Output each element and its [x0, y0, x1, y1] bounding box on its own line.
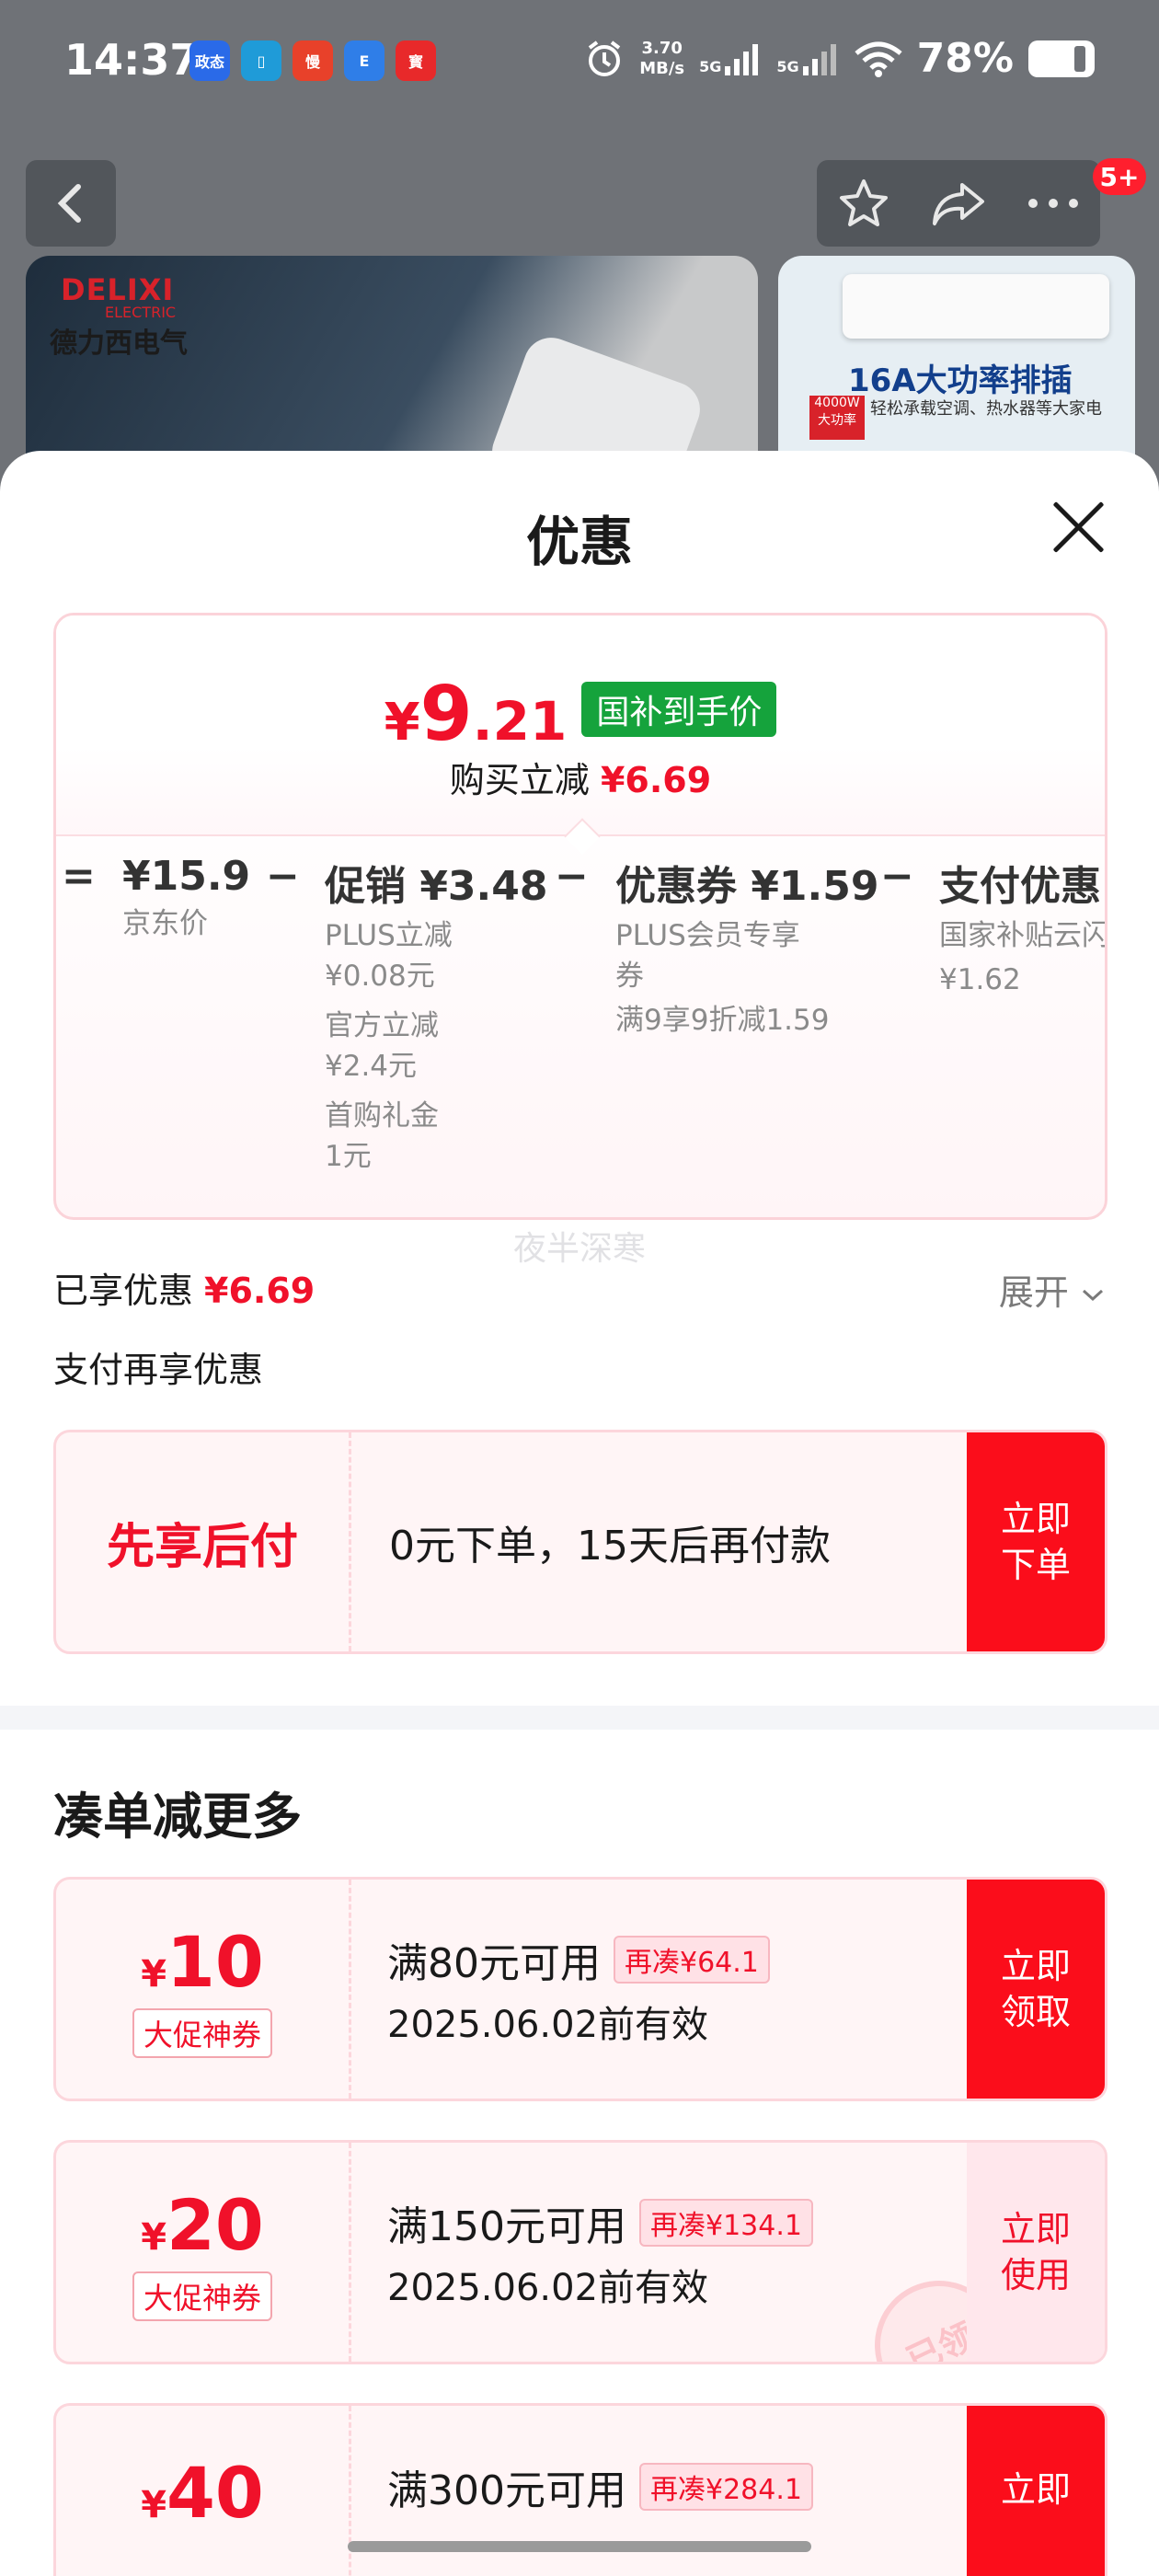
bnpl-description: 0元下单，15天后再付款 [389, 1523, 831, 1570]
status-app-icons: 政态 ▯ 慢 E 寳 [189, 40, 436, 81]
coupon-expiry: 2025.06.02前有效 [387, 2004, 709, 2046]
air-conditioner-image [843, 274, 1109, 339]
battery-icon [1028, 40, 1095, 77]
chevron-down-icon [1082, 1289, 1104, 1302]
instant-discount: 购买立减 ¥6.69 [449, 760, 712, 800]
battery-percent: 78% [916, 35, 1014, 82]
chevron-left-icon [57, 184, 81, 223]
price-formula: = ¥15.9 京东价 − 促销 ¥3.48 PLUS立减 ¥0.08元 官方立… [56, 853, 1107, 1202]
remaining-amount-tag: 再凑¥134.1 [638, 2199, 813, 2247]
coupon-expiry: 2025.06.02前有效 [387, 2267, 709, 2309]
app-notification-icon: ▯ [241, 40, 281, 81]
claim-coupon-button[interactable]: 立即 领取 [967, 1880, 1105, 2099]
expand-button[interactable]: 展开 [999, 1264, 1106, 1315]
star-icon[interactable] [836, 176, 891, 231]
message-badge: 5+ [1093, 158, 1146, 195]
use-coupon-button[interactable]: 立即 使用 [967, 2143, 1105, 2362]
section-divider [0, 1706, 1159, 1730]
alarm-icon [589, 40, 621, 76]
coupon-tag: 大促神券 [132, 2271, 272, 2321]
claim-coupon-button[interactable]: 立即 [967, 2406, 1105, 2576]
signal-icon: 5G [699, 42, 762, 75]
coupon-card: ¥20 大促神券 满150元可用 再凑¥134.1 2025.06.02前有效 … [53, 2140, 1107, 2364]
coupon-condition: 满150元可用 再凑¥134.1 [387, 2193, 813, 2252]
wifi-icon [855, 41, 902, 77]
sheet-title: 优惠 [525, 511, 633, 573]
section-title-bundle: 凑单减更多 [53, 1788, 302, 1846]
product-headline: 16A大功率排插 [848, 362, 1073, 399]
product-image-main[interactable]: DELIXI ELECTRIC 德力西电气 [26, 256, 758, 458]
back-button[interactable] [26, 160, 116, 247]
discount-sheet: 优惠 ¥ 9 .21 国补到手价 购买立减 ¥6.69 = ¥15.9 京东价 … [0, 451, 1159, 2576]
brand-logo: DELIXI [61, 272, 175, 307]
bnpl-title: 先享后付 [106, 1519, 298, 1575]
remaining-amount-tag: 再凑¥64.1 [614, 1936, 770, 1984]
status-bar: 14:37 政态 ▯ 慢 E 寳 3.70 MB/s 5G 5G 78% [0, 0, 1159, 129]
price-breakdown-card: ¥ 9 .21 国补到手价 购买立减 ¥6.69 = ¥15.9 京东价 − 促… [53, 613, 1107, 1220]
signal-icon: 5G [776, 42, 839, 75]
coupon-condition: 满80元可用 再凑¥64.1 [387, 1930, 770, 1989]
order-now-button[interactable]: 立即 下单 [967, 1432, 1105, 1651]
pay-section-title: 支付再享优惠 [53, 1350, 264, 1390]
subsidy-price-tag: 国补到手价 [581, 682, 777, 737]
coupon-value: ¥20 [141, 2183, 264, 2266]
product-image-secondary[interactable]: 16A大功率排插 轻松承载空调、热水器等大家电 4000W 大功率 [778, 256, 1135, 458]
product-subline: 轻松承载空调、热水器等大家电 [870, 399, 1102, 419]
final-price-section: ¥ 9 .21 国补到手价 购买立减 ¥6.69 [56, 615, 1105, 836]
more-dots-icon[interactable] [1026, 194, 1081, 213]
app-notification-icon: 慢 [293, 40, 333, 81]
coupon-condition: 满300元可用 再凑¥284.1 [387, 2457, 813, 2516]
coupon-tag: 大促神券 [132, 2007, 272, 2058]
brand-logo-sub: ELECTRIC [105, 304, 177, 321]
coupon-col: 优惠券 ¥1.59 PLUS会员专享 券 满9享9折减1.59 [615, 863, 879, 1037]
status-time: 14:37 [64, 35, 200, 85]
jd-price-col: ¥15.9 京东价 [122, 853, 251, 940]
minus-sign: − [266, 853, 300, 900]
coupon-card: ¥10 大促神券 满80元可用 再凑¥64.1 2025.06.02前有效 立即… [53, 1877, 1107, 2101]
minus-sign: − [880, 853, 914, 900]
promo-col: 促销 ¥3.48 PLUS立减 ¥0.08元 官方立减 ¥2.4元 首购礼金 1… [325, 863, 548, 1173]
close-icon[interactable] [1049, 497, 1107, 556]
net-speed: 3.70 MB/s [639, 38, 685, 78]
coupon-value: ¥40 [141, 2452, 264, 2534]
app-notification-icon: 政态 [189, 40, 230, 81]
app-notification-icon: E [344, 40, 384, 81]
coupon-value: ¥10 [141, 1920, 264, 2003]
brand-name-cn: 德力西电气 [50, 328, 188, 360]
bnpl-card: 先享后付 0元下单，15天后再付款 立即 下单 [53, 1430, 1107, 1654]
share-icon[interactable] [929, 176, 988, 231]
app-notification-icon: 寳 [396, 40, 436, 81]
equals-sign: = [62, 853, 96, 900]
payment-discount-col: 支付优惠 ¥ 国家补贴云闪 ¥1.62 [939, 863, 1107, 996]
enjoyed-discount: 已享优惠 ¥6.69 [53, 1271, 316, 1311]
minus-sign: − [555, 853, 589, 900]
header-actions [817, 160, 1100, 247]
final-price: ¥ 9 .21 国补到手价 [56, 671, 1105, 758]
product-plug-image [484, 329, 708, 458]
home-indicator[interactable] [348, 2541, 811, 2552]
remaining-amount-tag: 再凑¥284.1 [638, 2463, 813, 2511]
product-power-tag: 4000W 大功率 [809, 396, 865, 440]
status-right: 3.70 MB/s 5G 5G 78% [584, 35, 1095, 82]
